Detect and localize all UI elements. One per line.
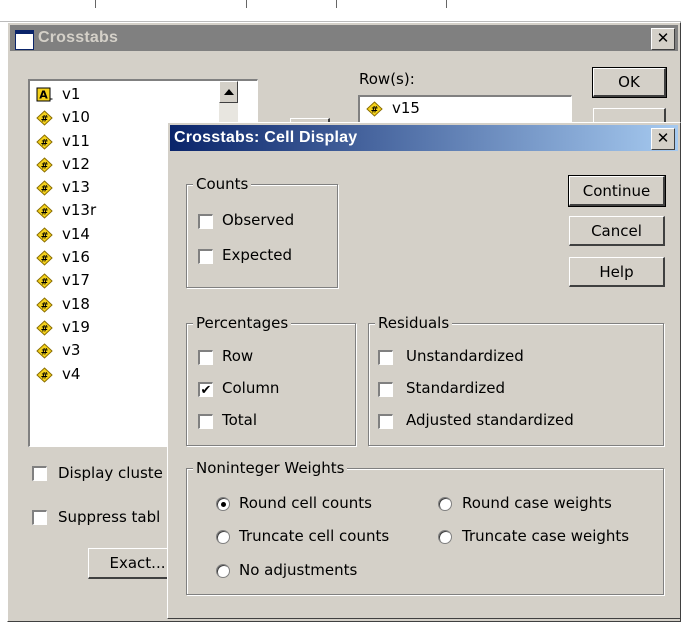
svg-text:A: A bbox=[39, 89, 48, 102]
scale-variable-icon: # bbox=[36, 343, 53, 359]
noninteger-weights-title: Noninteger Weights bbox=[193, 459, 348, 477]
scale-variable-icon: # bbox=[36, 110, 53, 126]
scroll-up-button[interactable] bbox=[219, 81, 238, 103]
round-case-weights-radio[interactable] bbox=[438, 497, 452, 511]
counts-group-title: Counts bbox=[193, 175, 252, 193]
observed-checkbox[interactable] bbox=[198, 214, 213, 229]
unstandardized-label: Unstandardized bbox=[406, 347, 524, 365]
string-variable-icon: A bbox=[36, 87, 53, 102]
total-percentage-checkbox[interactable] bbox=[198, 414, 213, 429]
standardized-label: Standardized bbox=[406, 379, 506, 397]
variable-name: v13 bbox=[62, 178, 90, 197]
svg-text:#: # bbox=[41, 231, 49, 241]
truncate-cell-counts-label: Truncate cell counts bbox=[239, 527, 390, 545]
variable-name: v3 bbox=[62, 341, 81, 360]
ok-button[interactable]: OK bbox=[592, 67, 667, 98]
cell-display-title: Crosstabs: Cell Display bbox=[174, 129, 358, 146]
svg-text:#: # bbox=[41, 348, 49, 358]
svg-text:#: # bbox=[41, 115, 49, 125]
list-item[interactable]: # v15 bbox=[360, 97, 571, 120]
rows-item-label: v15 bbox=[392, 99, 420, 117]
svg-text:#: # bbox=[41, 185, 49, 195]
svg-text:#: # bbox=[371, 106, 379, 116]
scale-variable-icon: # bbox=[36, 227, 53, 243]
variable-name: v16 bbox=[62, 248, 90, 267]
scale-variable-icon: # bbox=[36, 157, 53, 173]
variable-name: v4 bbox=[62, 364, 81, 383]
row-percentage-checkbox[interactable] bbox=[198, 350, 213, 365]
rows-label: Row(s): bbox=[359, 70, 415, 88]
scale-variable-icon: # bbox=[36, 180, 53, 196]
variable-name: v13r bbox=[62, 201, 97, 220]
residuals-group-title: Residuals bbox=[375, 314, 453, 332]
total-percentage-label: Total bbox=[222, 411, 258, 429]
row-percentage-label: Row bbox=[222, 347, 254, 365]
scale-variable-icon: # bbox=[36, 133, 53, 150]
list-item[interactable]: Av1 bbox=[30, 83, 230, 106]
help-button[interactable]: Help bbox=[569, 257, 665, 287]
background-window-strip bbox=[0, 0, 681, 22]
scale-variable-icon: # bbox=[36, 320, 53, 336]
column-percentage-label: Column bbox=[222, 379, 280, 397]
variable-name: v19 bbox=[62, 317, 90, 336]
adjusted-standardized-label: Adjusted standardized bbox=[406, 411, 574, 429]
truncate-case-weights-radio[interactable] bbox=[438, 530, 452, 544]
round-cell-counts-label: Round cell counts bbox=[239, 494, 372, 512]
no-adjustments-label: No adjustments bbox=[239, 561, 358, 579]
scale-variable-icon: # bbox=[36, 366, 53, 383]
column-percentage-checkbox[interactable]: ✔ bbox=[198, 382, 213, 397]
svg-text:#: # bbox=[41, 371, 49, 381]
continue-button[interactable]: Continue bbox=[568, 175, 666, 207]
truncate-cell-counts-radio[interactable] bbox=[216, 530, 230, 544]
standardized-checkbox[interactable] bbox=[378, 382, 393, 397]
variable-name: v18 bbox=[62, 294, 90, 313]
cell-display-titlebar[interactable]: Crosstabs: Cell Display ✕ bbox=[170, 125, 678, 151]
svg-text:#: # bbox=[41, 161, 49, 171]
scale-variable-icon: # bbox=[366, 101, 383, 117]
variable-name: v10 bbox=[62, 108, 90, 127]
suppress-tables-checkbox[interactable] bbox=[32, 510, 47, 525]
scale-variable-icon: # bbox=[36, 203, 53, 220]
svg-text:#: # bbox=[41, 208, 49, 218]
close-icon[interactable]: ✕ bbox=[651, 128, 675, 150]
variable-name: v1 bbox=[62, 85, 81, 103]
svg-text:#: # bbox=[41, 278, 49, 288]
scale-variable-icon: # bbox=[36, 296, 53, 313]
variable-name: v17 bbox=[62, 271, 90, 290]
round-case-weights-label: Round case weights bbox=[462, 494, 612, 512]
crosstabs-title: Crosstabs bbox=[38, 29, 119, 46]
expected-label: Expected bbox=[222, 246, 292, 264]
display-clustered-label: Display cluste bbox=[58, 464, 163, 482]
variable-name: v11 bbox=[62, 131, 90, 150]
display-clustered-checkbox[interactable] bbox=[32, 466, 47, 481]
expected-checkbox[interactable] bbox=[198, 249, 213, 264]
svg-text:#: # bbox=[41, 324, 49, 334]
window-icon bbox=[15, 30, 34, 50]
cancel-button[interactable]: Cancel bbox=[569, 216, 665, 246]
scale-variable-icon: # bbox=[36, 250, 53, 266]
scale-variable-icon: # bbox=[36, 273, 53, 290]
crosstabs-titlebar[interactable]: Crosstabs ✕ bbox=[10, 25, 678, 51]
no-adjustments-radio[interactable] bbox=[216, 564, 230, 578]
svg-text:#: # bbox=[41, 301, 49, 311]
svg-text:#: # bbox=[41, 255, 49, 265]
svg-text:#: # bbox=[41, 138, 49, 148]
close-icon[interactable]: ✕ bbox=[651, 28, 675, 50]
percentages-group-title: Percentages bbox=[193, 314, 292, 332]
cell-display-dialog: Crosstabs: Cell Display ✕ Continue Cance… bbox=[167, 122, 681, 619]
arrow-up-icon bbox=[223, 89, 234, 95]
variable-name: v12 bbox=[62, 154, 90, 173]
suppress-tables-label: Suppress tabl bbox=[58, 508, 161, 526]
truncate-case-weights-label: Truncate case weights bbox=[462, 527, 630, 545]
round-cell-counts-radio[interactable] bbox=[216, 497, 230, 511]
counts-group: Counts bbox=[186, 175, 338, 288]
unstandardized-checkbox[interactable] bbox=[378, 350, 393, 365]
variable-name: v14 bbox=[62, 224, 90, 243]
observed-label: Observed bbox=[222, 211, 295, 229]
adjusted-standardized-checkbox[interactable] bbox=[378, 414, 393, 429]
